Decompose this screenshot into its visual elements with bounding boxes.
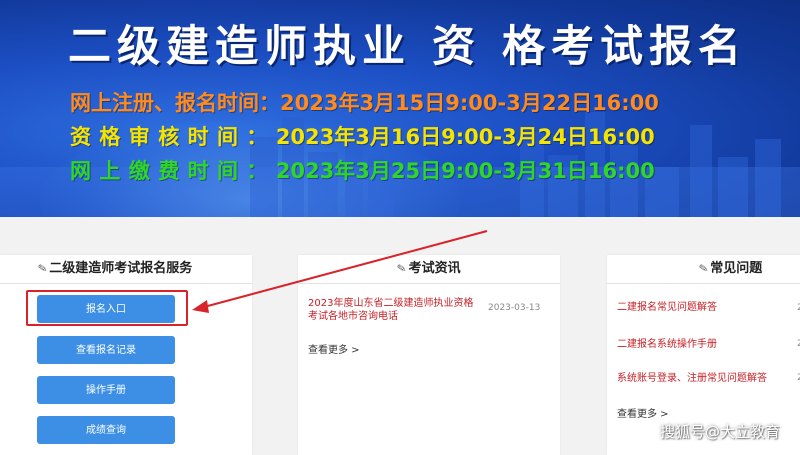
pencil-icon: ✎ [396,261,408,276]
payment-time-line: 网上缴费时间：2023年3月25日9:00-3月31日16:00 [70,155,655,185]
review-time-label: 资格审核时间： [70,125,276,149]
faq-item-link[interactable]: 系统账号登录、注册常见问题解答 [617,369,767,384]
watermark: 搜狐号@大立教育 [659,423,780,441]
news-panel-title: 考试资讯 [408,261,461,276]
news-item-link[interactable]: 2023年度山东省二级建造师执业资格考试各地市咨询电话 [308,297,478,323]
news-panel-header: ✎考试资讯 [298,255,560,284]
registration-services-panel: ✎二级建造师考试报名服务 报名入口 查看报名记录 操作手册 成绩查询 [0,255,252,455]
registration-time-line: 网上注册、报名时间：2023年3月15日9:00-3月22日16:00 [70,87,659,117]
faq-panel-header: ✎常见问题 [607,255,800,284]
services-panel-header: ✎二级建造师考试报名服务 [0,255,252,284]
registration-time-value: 2023年3月15日9:00-3月22日16:00 [280,91,659,115]
score-query-button[interactable]: 成绩查询 [37,416,175,444]
pencil-icon: ✎ [36,261,49,276]
news-item-date: 2023-03-13 [488,303,541,313]
exam-news-panel: ✎考试资讯 2023年度山东省二级建造师执业资格考试各地市咨询电话 2023-0… [298,255,560,455]
faq-more-link[interactable]: 查看更多 > [617,405,669,420]
services-panel-title: 二级建造师考试报名服务 [49,261,193,276]
exam-banner: 二级建造师执业 资 格考试报名 网上注册、报名时间：2023年3月15日9:00… [0,0,800,217]
review-time-line: 资格审核时间：2023年3月16日9:00-3月24日16:00 [70,121,655,151]
view-registration-record-button[interactable]: 查看报名记录 [37,336,175,364]
registration-entry-button[interactable]: 报名入口 [37,295,175,323]
pencil-icon: ✎ [697,261,710,276]
payment-time-label: 网上缴费时间： [70,159,276,183]
registration-time-label: 网上注册、报名时间： [70,91,280,115]
faq-item-link[interactable]: 二建报名常见问题解答 [617,298,717,313]
operation-manual-button[interactable]: 操作手册 [37,376,175,404]
payment-time-value: 2023年3月25日9:00-3月31日16:00 [275,159,655,183]
banner-title: 二级建造师执业 资 格考试报名 [68,22,747,72]
faq-panel-title: 常见问题 [710,261,763,276]
review-time-value: 2023年3月16日9:00-3月24日16:00 [275,125,655,149]
faq-item-link[interactable]: 二建报名系统操作手册 [617,335,717,350]
news-more-link[interactable]: 查看更多 > [308,341,360,356]
